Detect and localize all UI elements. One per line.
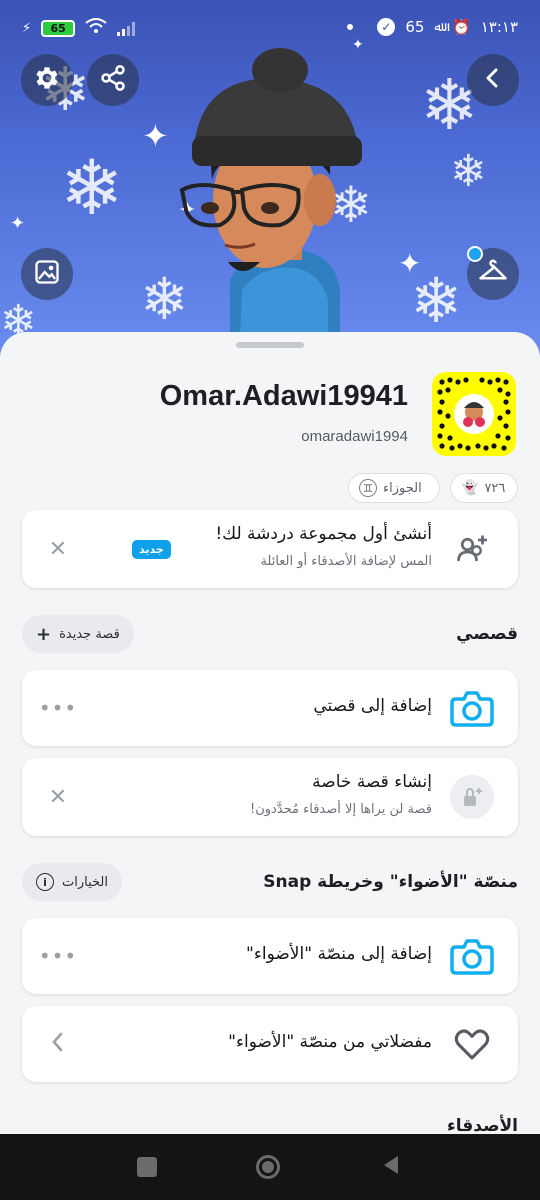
share-button[interactable] xyxy=(87,54,139,106)
private-story-card[interactable]: إنشاء قصة خاصة قصة لن يراها إلا أصدقاء م… xyxy=(22,758,518,836)
sparkle-decoration: ✦ xyxy=(142,117,169,155)
allah-glyph-icon: ﷲ xyxy=(434,19,443,35)
profile-sheet: Omar.Adawi19941 omaradawi1994 ♊ الجوزاء … xyxy=(0,332,540,1136)
more-horizontal-icon: ••• xyxy=(38,696,78,720)
add-to-story-label: إضافة إلى قصتي xyxy=(313,696,432,716)
close-icon: ✕ xyxy=(48,784,68,810)
add-to-spotlight-label: إضافة إلى منصّة "الأضواء" xyxy=(246,944,432,964)
options-button[interactable]: الخيارات i xyxy=(22,863,122,901)
battery-indicator: 65 xyxy=(41,19,76,37)
add-to-spotlight-card[interactable]: إضافة إلى منصّة "الأضواء" ••• xyxy=(22,918,518,994)
new-story-label: قصة جديدة xyxy=(59,626,120,642)
close-icon: ✕ xyxy=(48,536,68,562)
spotlight-favorites-card[interactable]: مفضلاتي من منصّة "الأضواء" xyxy=(22,1006,518,1082)
dismiss-button[interactable]: ✕ xyxy=(44,783,72,811)
outfit-button[interactable] xyxy=(467,246,519,300)
info-icon: i xyxy=(36,873,54,891)
options-label: الخيارات xyxy=(62,874,108,890)
username: omaradawi1994 xyxy=(301,428,408,445)
sparkle-decoration: ✦ xyxy=(10,213,26,234)
spotlight-favorites-label: مفضلاتي من منصّة "الأضواء" xyxy=(228,1032,432,1052)
back-button[interactable] xyxy=(467,54,519,106)
profile-banner: ❄ ❄ ❄ ❄ ❄ ❄ ❄ ❄ ❄ ✦ ✦ ✦ ✦ ✦ ⚡ xyxy=(0,0,540,360)
chevron-left-icon xyxy=(481,66,505,94)
open-favorites-button[interactable] xyxy=(44,1030,72,1058)
share-icon xyxy=(99,64,127,96)
square-icon xyxy=(137,1157,157,1177)
hanger-icon xyxy=(478,257,508,291)
snowflake-decoration: ❄ xyxy=(60,143,124,232)
bitmoji-avatar xyxy=(179,48,362,340)
new-badge: جديد xyxy=(132,540,171,559)
plus-icon: + xyxy=(36,623,52,645)
camera-icon xyxy=(450,934,494,978)
alarm-icon: ⏰ xyxy=(452,18,471,36)
create-group-title: أنشئ أول مجموعة دردشة لك! xyxy=(215,524,432,544)
create-group-card[interactable]: أنشئ أول مجموعة دردشة لك! المس لإضافة ال… xyxy=(22,510,518,588)
private-story-subtitle: قصة لن يراها إلا أصدقاء مُحدَّدون! xyxy=(250,802,432,817)
status-bar: ⚡ 65 ✓ 65 ﷲ ⏰ ١٣:١٣ xyxy=(0,0,540,58)
create-group-subtitle: المس لإضافة الأصدقاء أو العائلة xyxy=(260,554,432,569)
spotlight-heading: منصّة "الأضواء" وخريطة Snap xyxy=(263,872,518,892)
friends-heading: الأصدقاء xyxy=(447,1116,518,1136)
charging-icon: ⚡ xyxy=(22,20,32,36)
camera-icon xyxy=(450,686,494,730)
new-story-button[interactable]: قصة جديدة + xyxy=(22,615,134,653)
notification-dot xyxy=(347,24,354,30)
chevron-left-icon xyxy=(50,1031,66,1057)
display-name: Omar.Adawi19941 xyxy=(159,380,408,412)
snapcode[interactable] xyxy=(432,372,516,456)
system-nav-bar xyxy=(0,1134,540,1200)
recents-button[interactable] xyxy=(134,1154,160,1180)
more-options-button[interactable]: ••• xyxy=(39,942,76,970)
gear-icon xyxy=(32,63,62,97)
snap-score-value: ٧٢٦ xyxy=(484,480,506,496)
snap-score-chip[interactable]: 👻 ٧٢٦ xyxy=(450,473,518,503)
my-stories-heading: قصصي xyxy=(456,624,518,644)
image-icon xyxy=(33,258,61,290)
sheet-grabber[interactable] xyxy=(236,342,304,348)
back-nav-button[interactable] xyxy=(378,1154,404,1180)
battery-percent: 65 xyxy=(405,18,425,36)
zodiac-chip[interactable]: ♊ الجوزاء xyxy=(348,473,440,503)
triangle-back-icon xyxy=(380,1154,402,1180)
dismiss-button[interactable]: ✕ xyxy=(44,535,72,563)
zodiac-label: الجوزاء xyxy=(383,480,422,496)
more-options-button[interactable]: ••• xyxy=(39,694,76,722)
check-circle-icon: ✓ xyxy=(377,18,396,36)
ghost-icon: 👻 xyxy=(461,480,479,496)
gemini-icon: ♊ xyxy=(359,479,377,497)
sparkle-decoration: ✦ xyxy=(398,247,422,280)
heart-icon xyxy=(450,1022,494,1066)
more-horizontal-icon: ••• xyxy=(38,944,78,968)
signal-icon xyxy=(117,20,136,36)
clock: ١٣:١٣ xyxy=(480,18,518,36)
lock-add-icon xyxy=(450,775,494,819)
private-story-title: إنشاء قصة خاصة xyxy=(312,772,432,792)
snowflake-decoration: ❄ xyxy=(450,146,487,197)
circle-icon xyxy=(256,1155,280,1179)
settings-button[interactable] xyxy=(21,54,73,106)
notification-dot xyxy=(467,246,483,262)
change-background-button[interactable] xyxy=(21,248,73,300)
home-button[interactable] xyxy=(255,1154,281,1180)
wifi-icon xyxy=(85,18,107,38)
add-friends-icon xyxy=(450,527,494,571)
add-to-story-card[interactable]: إضافة إلى قصتي ••• xyxy=(22,670,518,746)
